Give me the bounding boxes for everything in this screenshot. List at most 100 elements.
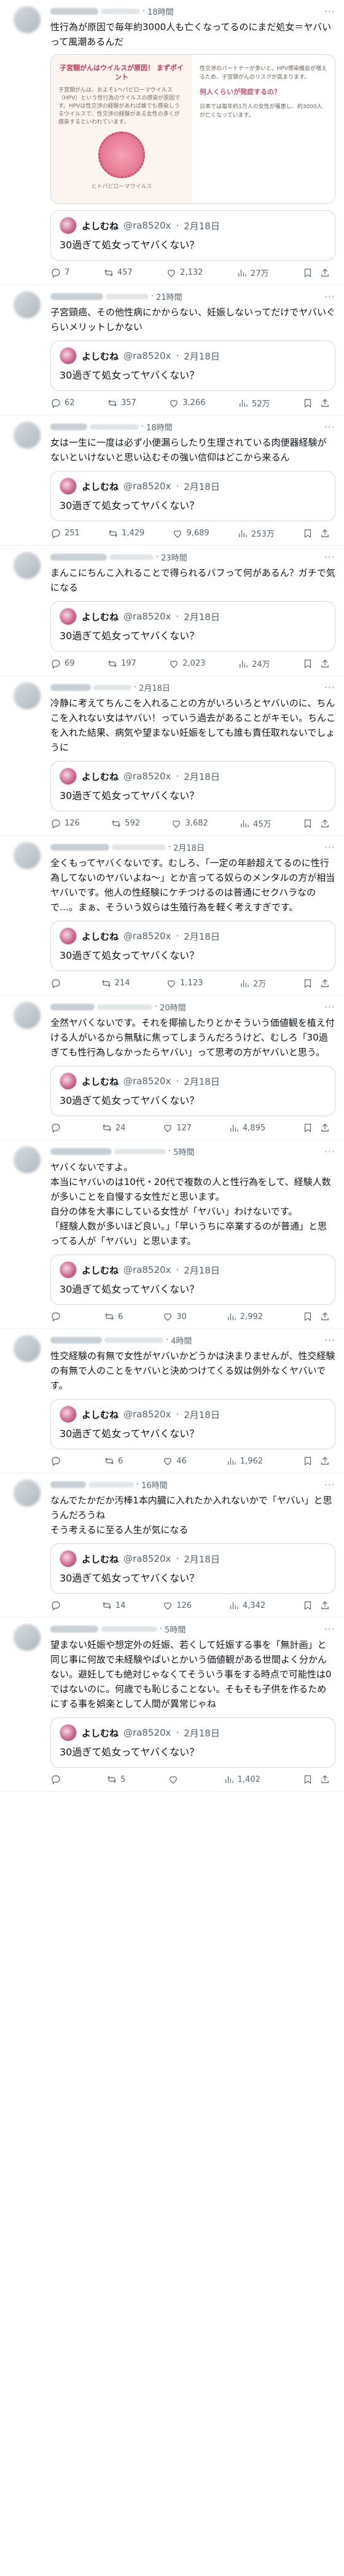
share-icon[interactable] [319, 1774, 330, 1785]
quote-post[interactable]: · 20時間 ··· 全然ヤバくないです。それを揶揄したりとかそういう価値観を植… [0, 996, 344, 1140]
reply-button[interactable]: 251 [50, 528, 80, 539]
author-name[interactable] [50, 1148, 112, 1155]
repost-button[interactable]: 592 [111, 818, 140, 829]
post-time[interactable]: 21時間 [156, 291, 182, 302]
reply-button[interactable]: 7 [50, 267, 69, 278]
like-button[interactable]: 3,682 [171, 818, 208, 829]
reply-button[interactable] [50, 1122, 64, 1133]
author-name[interactable] [50, 683, 91, 691]
share-icon[interactable] [319, 528, 330, 539]
quoted-post[interactable]: よしむね @ra8520x · 2月18日 30過ぎて処女ってヤバくない？ [50, 210, 335, 261]
quoted-post[interactable]: よしむね @ra8520x · 2月18日 30過ぎて処女ってヤバくない？ [50, 921, 335, 971]
quoted-post[interactable]: よしむね @ra8520x · 2月18日 30過ぎて処女ってヤバくない？ [50, 1543, 335, 1594]
post-time[interactable]: 2月18日 [139, 682, 170, 693]
quote-post[interactable]: · 2月18日 ··· 冷静に考えてちんこを入れることの方がいろいろとヤバいのに… [0, 676, 344, 836]
more-options-icon[interactable]: ··· [324, 1146, 335, 1157]
avatar[interactable] [14, 1624, 41, 1651]
bookmark-icon[interactable] [302, 818, 313, 829]
share-icon[interactable] [319, 398, 330, 409]
avatar[interactable] [14, 682, 41, 709]
like-button[interactable]: 30 [162, 1311, 187, 1322]
like-button[interactable]: 1,123 [166, 978, 203, 989]
reply-button[interactable]: 69 [50, 658, 75, 669]
repost-button[interactable]: 457 [103, 267, 133, 278]
repost-button[interactable]: 197 [107, 658, 136, 669]
repost-button[interactable]: 214 [101, 978, 130, 989]
views-button[interactable]: 253万 [237, 527, 275, 539]
views-button[interactable]: 1,962 [226, 1455, 263, 1467]
quoted-post[interactable]: よしむね @ra8520x · 2月18日 30過ぎて処女ってヤバくない？ [50, 601, 335, 652]
avatar[interactable] [14, 1002, 41, 1029]
bookmark-icon[interactable] [302, 978, 313, 989]
post-time[interactable]: 18時間 [147, 6, 174, 17]
like-button[interactable]: 46 [162, 1455, 187, 1467]
reply-button[interactable] [50, 1600, 64, 1611]
author-name[interactable] [50, 1625, 98, 1633]
quoted-post[interactable]: よしむね @ra8520x · 2月18日 30過ぎて処女ってヤバくない？ [50, 471, 335, 521]
quoted-post[interactable]: よしむね @ra8520x · 2月18日 30過ぎて処女ってヤバくない？ [50, 761, 335, 811]
share-icon[interactable] [319, 1122, 330, 1133]
like-button[interactable]: 3,266 [168, 398, 206, 409]
attached-image[interactable]: 子宮頸がんはウイルスが原因！ まずポイント 子宮頸がんは、およそ1ヘパビローマウ… [50, 54, 335, 204]
more-options-icon[interactable]: ··· [324, 1334, 335, 1346]
quoted-post[interactable]: よしむね @ra8520x · 2月18日 30過ぎて処女ってヤバくない？ [50, 1255, 335, 1305]
share-icon[interactable] [319, 1311, 330, 1322]
author-name[interactable] [50, 553, 107, 561]
post-time[interactable]: 4時間 [171, 1334, 192, 1346]
repost-button[interactable]: 357 [107, 398, 136, 409]
avatar[interactable] [14, 422, 41, 449]
reply-button[interactable] [50, 1311, 64, 1322]
quote-post[interactable]: · 2月18日 ··· 全くもってヤバくないです。むしろ、「一定の年齢超えてるの… [0, 836, 344, 996]
like-button[interactable]: 127 [162, 1122, 192, 1133]
avatar[interactable] [14, 1146, 41, 1173]
bookmark-icon[interactable] [302, 1600, 313, 1611]
more-options-icon[interactable]: ··· [324, 551, 335, 563]
bookmark-icon[interactable] [302, 1122, 313, 1133]
bookmark-icon[interactable] [302, 1774, 313, 1785]
views-button[interactable]: 24万 [238, 658, 270, 669]
more-options-icon[interactable]: ··· [324, 1479, 335, 1491]
bookmark-icon[interactable] [302, 398, 313, 409]
avatar[interactable] [14, 552, 41, 579]
author-name[interactable] [50, 1481, 86, 1488]
views-button[interactable]: 1,402 [224, 1774, 260, 1785]
author-name[interactable] [50, 293, 103, 300]
quote-post[interactable]: · 18時間 ··· 女は一生に一度は必ず小便漏らしたり生理されている肉便器経験… [0, 416, 344, 546]
avatar[interactable] [14, 1479, 41, 1507]
share-icon[interactable] [319, 978, 330, 989]
quote-post[interactable]: · 16時間 ··· なんでたかだか汚棒1本内臓に入れたか入れないかで「ヤバい」… [0, 1473, 344, 1618]
reply-button[interactable]: 126 [50, 818, 80, 829]
quote-post[interactable]: · 23時間 ··· まんこにちんこ入れることで得られるバフって何があるん？ガチ… [0, 546, 344, 676]
quoted-post[interactable]: よしむね @ra8520x · 2月18日 30過ぎて処女ってヤバくない？ [50, 1717, 335, 1768]
like-button[interactable]: 2,132 [166, 267, 203, 278]
reply-button[interactable] [50, 978, 64, 989]
like-button[interactable]: 2,023 [168, 658, 206, 669]
views-button[interactable]: 4,342 [229, 1600, 265, 1611]
repost-button[interactable]: 5 [106, 1774, 125, 1785]
repost-button[interactable]: 24 [101, 1122, 125, 1133]
post-time[interactable]: 20時間 [160, 1001, 186, 1013]
more-options-icon[interactable]: ··· [324, 841, 335, 853]
views-button[interactable]: 45万 [239, 817, 272, 829]
repost-button[interactable]: 1,429 [108, 528, 144, 539]
views-button[interactable]: 27万 [237, 267, 268, 278]
bookmark-icon[interactable] [302, 1311, 313, 1322]
quoted-post[interactable]: よしむね @ra8520x · 2月18日 30過ぎて処女ってヤバくない？ [50, 1066, 335, 1116]
author-name[interactable] [50, 7, 98, 15]
views-button[interactable]: 4,895 [229, 1122, 265, 1133]
more-options-icon[interactable]: ··· [324, 6, 335, 17]
like-button[interactable] [168, 1774, 182, 1785]
avatar[interactable] [14, 842, 41, 869]
quoted-post[interactable]: よしむね @ra8520x · 2月18日 30過ぎて処女ってヤバくない？ [50, 341, 335, 391]
reply-button[interactable]: 62 [50, 398, 75, 409]
author-name[interactable] [50, 1336, 102, 1344]
repost-button[interactable]: 14 [101, 1600, 125, 1611]
like-button[interactable]: 126 [162, 1600, 192, 1611]
views-button[interactable]: 52万 [238, 397, 270, 409]
views-button[interactable]: 2万 [239, 977, 266, 989]
share-icon[interactable] [319, 1600, 330, 1611]
bookmark-icon[interactable] [302, 528, 313, 539]
repost-button[interactable]: 6 [104, 1311, 123, 1322]
post-time[interactable]: 5時間 [173, 1146, 194, 1157]
bookmark-icon[interactable] [302, 1455, 313, 1467]
